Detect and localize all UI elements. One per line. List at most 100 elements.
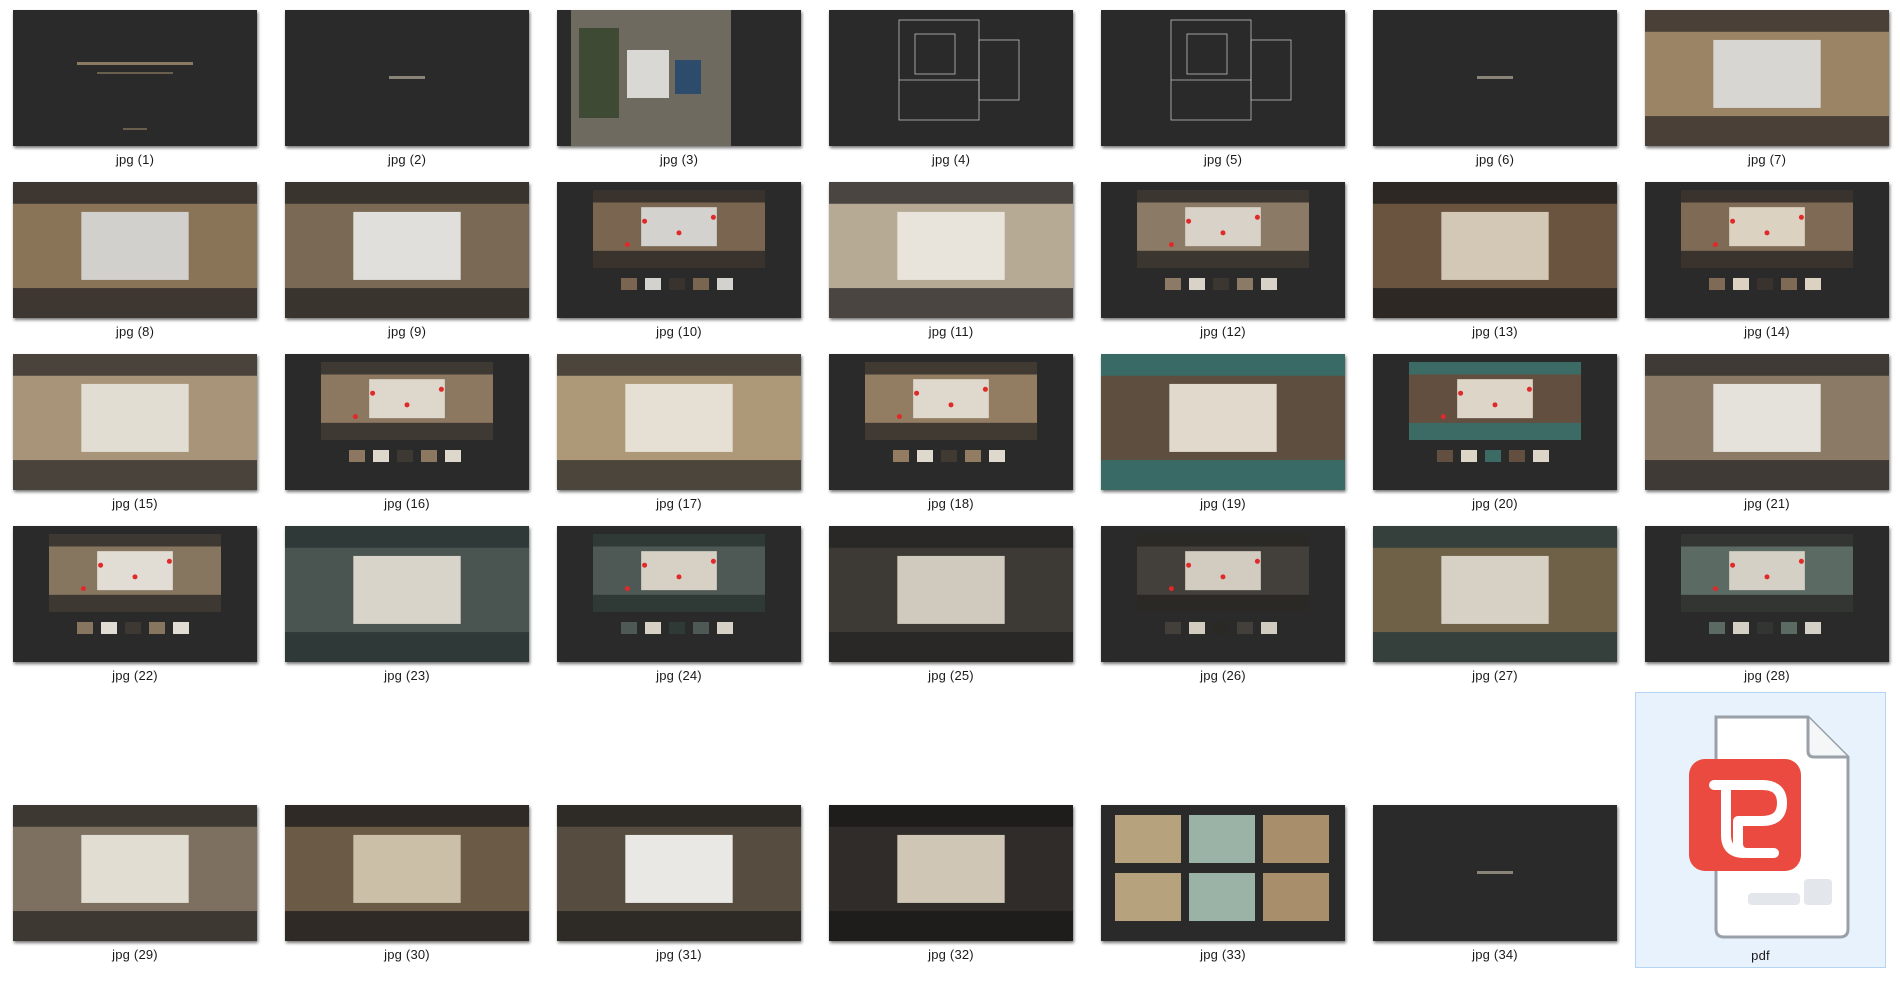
pdf-file-label: pdf <box>1751 948 1770 963</box>
file-tile[interactable]: jpg (7) <box>1632 0 1900 167</box>
file-tile[interactable]: jpg (2) <box>272 0 542 167</box>
file-thumbnail <box>1101 805 1345 941</box>
file-label: jpg (33) <box>1200 947 1246 962</box>
file-tile[interactable]: jpg (28) <box>1632 516 1900 683</box>
file-thumbnail <box>1645 182 1889 318</box>
file-label: jpg (23) <box>384 668 430 683</box>
file-label: jpg (18) <box>928 496 974 511</box>
file-tile[interactable]: jpg (17) <box>544 344 814 511</box>
file-tile[interactable]: jpg (24) <box>544 516 814 683</box>
file-thumbnail <box>557 10 801 146</box>
file-tile[interactable]: jpg (14) <box>1632 172 1900 339</box>
file-label: jpg (24) <box>656 668 702 683</box>
file-label: jpg (13) <box>1472 324 1518 339</box>
file-label: jpg (12) <box>1200 324 1246 339</box>
pdf-file-icon <box>1689 715 1850 939</box>
file-label: jpg (2) <box>387 152 427 167</box>
file-label: jpg (22) <box>112 668 158 683</box>
file-label: jpg (20) <box>1472 496 1518 511</box>
file-label: jpg (26) <box>1200 668 1246 683</box>
file-tile[interactable]: jpg (31) <box>544 795 814 962</box>
file-thumbnail <box>829 182 1073 318</box>
file-thumbnail <box>1645 10 1889 146</box>
file-label: jpg (3) <box>659 152 699 167</box>
file-label: jpg (10) <box>656 324 702 339</box>
file-label: jpg (1) <box>115 152 155 167</box>
file-label: jpg (5) <box>1203 152 1243 167</box>
file-thumbnail <box>1101 10 1345 146</box>
file-label: jpg (17) <box>656 496 702 511</box>
file-thumbnail <box>557 805 801 941</box>
file-label: jpg (19) <box>1200 496 1246 511</box>
file-thumbnail <box>1101 354 1345 490</box>
file-tile[interactable]: jpg (13) <box>1360 172 1630 339</box>
file-label: jpg (6) <box>1475 152 1515 167</box>
file-thumbnail <box>285 182 529 318</box>
file-thumbnail <box>829 805 1073 941</box>
file-label: jpg (15) <box>112 496 158 511</box>
file-thumbnail <box>557 354 801 490</box>
file-tile[interactable]: jpg (27) <box>1360 516 1630 683</box>
file-tile[interactable]: jpg (6) <box>1360 0 1630 167</box>
file-tile[interactable]: jpg (3) <box>544 0 814 167</box>
file-thumbnail <box>1645 526 1889 662</box>
file-thumbnail <box>13 526 257 662</box>
file-tile[interactable]: jpg (32) <box>816 795 1086 962</box>
file-tile[interactable]: jpg (34) <box>1360 795 1630 962</box>
file-tile[interactable]: jpg (21) <box>1632 344 1900 511</box>
file-thumbnail <box>13 10 257 146</box>
file-tile[interactable]: jpg (33) <box>1088 795 1358 962</box>
file-thumbnail <box>829 10 1073 146</box>
file-label: jpg (16) <box>384 496 430 511</box>
file-thumbnail <box>829 526 1073 662</box>
file-thumbnail <box>285 526 529 662</box>
file-tile[interactable]: jpg (26) <box>1088 516 1358 683</box>
file-tile[interactable]: jpg (15) <box>0 344 270 511</box>
file-tile[interactable]: jpg (10) <box>544 172 814 339</box>
file-thumbnail <box>13 354 257 490</box>
file-tile[interactable]: jpg (9) <box>272 172 542 339</box>
file-tile[interactable]: jpg (23) <box>272 516 542 683</box>
file-tile[interactable]: jpg (1) <box>0 0 270 167</box>
file-thumbnail <box>1373 805 1617 941</box>
file-label: jpg (8) <box>115 324 155 339</box>
file-label: jpg (4) <box>931 152 971 167</box>
file-thumbnail <box>1373 182 1617 318</box>
file-tile[interactable]: jpg (5) <box>1088 0 1358 167</box>
file-label: jpg (11) <box>928 324 974 339</box>
file-label: jpg (9) <box>387 324 427 339</box>
file-label: jpg (29) <box>112 947 158 962</box>
file-tile[interactable]: jpg (22) <box>0 516 270 683</box>
file-label: jpg (25) <box>928 668 974 683</box>
file-label: jpg (32) <box>928 947 974 962</box>
file-thumbnail <box>1101 526 1345 662</box>
file-tile[interactable]: jpg (11) <box>816 172 1086 339</box>
file-tile[interactable]: jpg (29) <box>0 795 270 962</box>
file-label: jpg (30) <box>384 947 430 962</box>
file-label: jpg (27) <box>1472 668 1518 683</box>
file-tile[interactable]: jpg (8) <box>0 172 270 339</box>
file-tile[interactable]: jpg (30) <box>272 795 542 962</box>
file-thumbnail <box>13 182 257 318</box>
file-tile[interactable]: jpg (12) <box>1088 172 1358 339</box>
pdf-file-tile[interactable]: pdf <box>1635 692 1886 968</box>
file-tile[interactable]: jpg (20) <box>1360 344 1630 511</box>
file-thumbnail <box>1373 10 1617 146</box>
file-label: jpg (14) <box>1744 324 1790 339</box>
file-tile[interactable]: jpg (19) <box>1088 344 1358 511</box>
file-label: jpg (28) <box>1744 668 1790 683</box>
file-thumbnail <box>557 182 801 318</box>
file-thumbnail <box>1373 526 1617 662</box>
file-label: jpg (21) <box>1744 496 1790 511</box>
file-thumbnail <box>1645 354 1889 490</box>
file-tile[interactable]: jpg (18) <box>816 344 1086 511</box>
file-label: jpg (34) <box>1472 947 1518 962</box>
file-thumbnail <box>829 354 1073 490</box>
file-thumbnail <box>13 805 257 941</box>
file-label: jpg (31) <box>656 947 702 962</box>
file-label: jpg (7) <box>1747 152 1787 167</box>
file-tile[interactable]: jpg (4) <box>816 0 1086 167</box>
file-tile[interactable]: jpg (25) <box>816 516 1086 683</box>
file-thumbnail <box>285 10 529 146</box>
file-tile[interactable]: jpg (16) <box>272 344 542 511</box>
